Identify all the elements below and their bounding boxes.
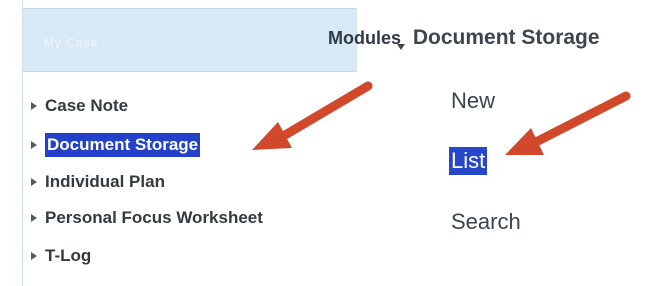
caret-right-icon [31, 252, 37, 260]
sidebar-item-individual-plan[interactable]: Individual Plan [31, 172, 165, 192]
sidebar-item-personal-focus-worksheet[interactable]: Personal Focus Worksheet [31, 208, 263, 228]
new-link[interactable]: New [451, 88, 495, 114]
sidebar-item-case-note[interactable]: Case Note [31, 96, 128, 116]
sidebar-item-t-log[interactable]: T-Log [31, 246, 91, 266]
panel-title: My Case [43, 35, 98, 50]
red-arrow-icon [505, 91, 631, 155]
breadcrumb-current: Document Storage [412, 26, 600, 49]
sidebar-item-label: T-Log [45, 246, 92, 265]
sidebar-item-label: Individual Plan [45, 172, 165, 191]
panel-header: My Case [23, 8, 357, 72]
search-link[interactable]: Search [451, 209, 521, 235]
sidebar-item-label: Document Storage [45, 133, 201, 157]
breadcrumb-root[interactable]: Modules [328, 28, 401, 48]
caret-right-icon [31, 141, 37, 149]
caret-down-icon [397, 44, 406, 50]
sidebar-item-label: Case Note [45, 96, 129, 115]
side-panel: My Case Case Note Document Storage Indiv… [22, 0, 357, 286]
caret-right-icon [31, 214, 37, 222]
list-link[interactable]: List [449, 147, 488, 175]
caret-right-icon [31, 178, 37, 186]
sidebar-item-document-storage[interactable]: Document Storage [31, 133, 201, 157]
caret-right-icon [31, 102, 37, 110]
sidebar-item-label: Personal Focus Worksheet [45, 208, 263, 227]
breadcrumb: Modules Document Storage [328, 26, 600, 50]
